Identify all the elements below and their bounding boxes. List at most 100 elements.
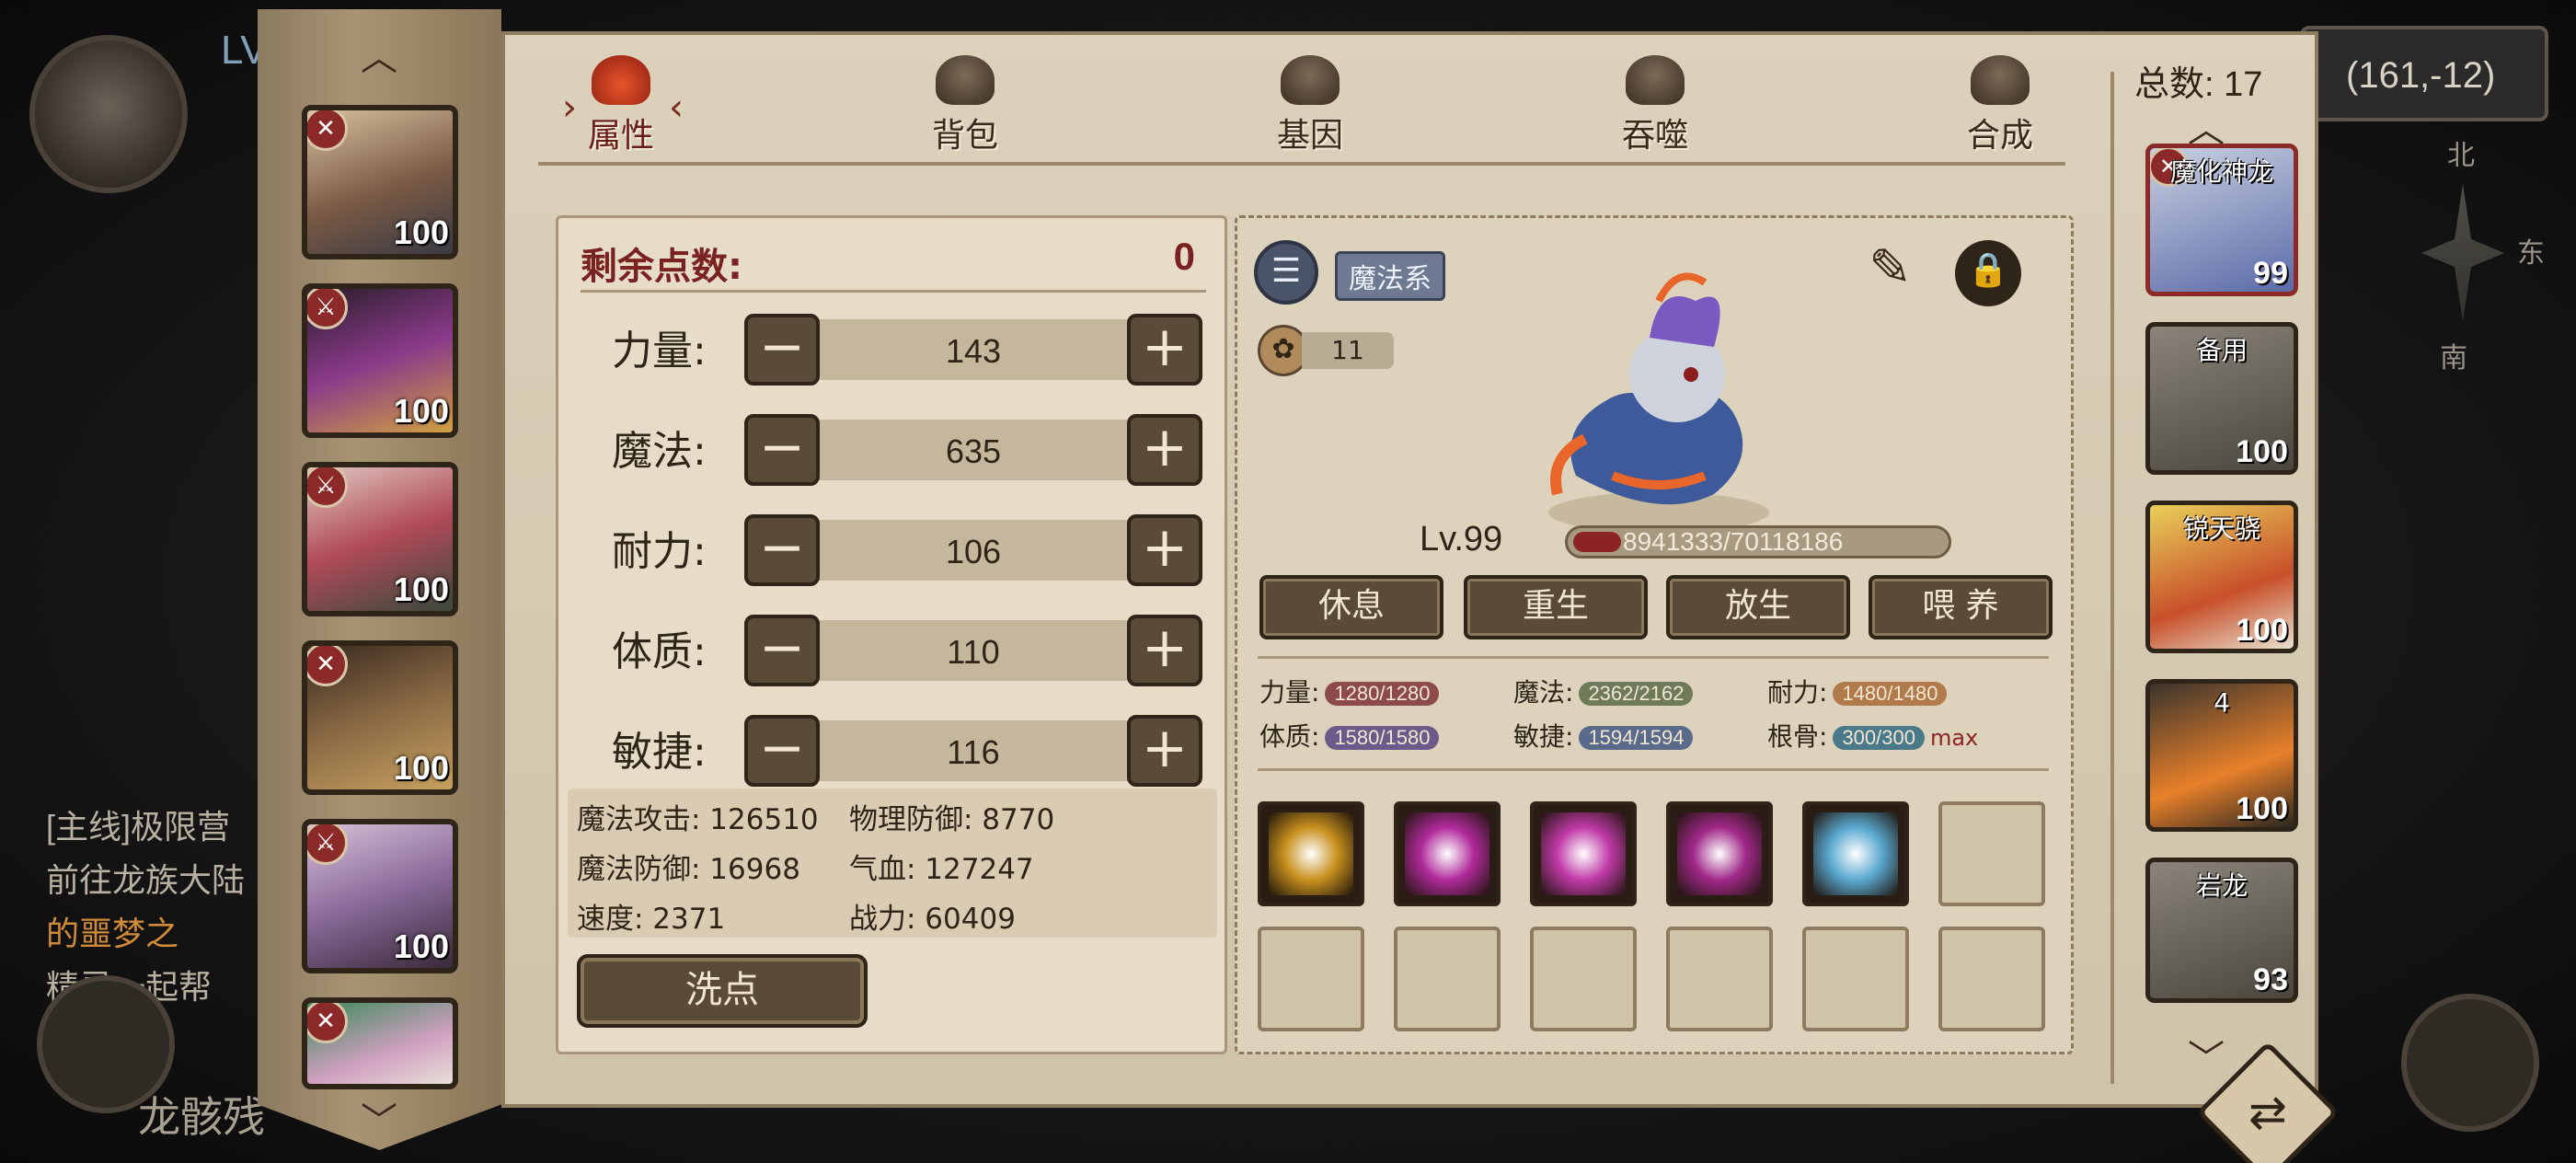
tab-label: 吞噬 xyxy=(1621,117,1688,155)
tab-fusion[interactable]: 合成 xyxy=(1936,55,2064,166)
stat-minus-button[interactable]: − xyxy=(744,615,820,686)
empty-skill-slot[interactable] xyxy=(1258,927,1364,1031)
stat-minus-button[interactable]: − xyxy=(744,514,820,586)
pet-card[interactable]: 4 100 xyxy=(2145,679,2298,832)
tab-bag[interactable]: 背包 xyxy=(901,55,1029,166)
derived-stats: 魔法攻击: 126510 物理防御: 8770 魔法防御: 16968 气血: … xyxy=(568,789,1217,938)
hero-card[interactable]: ✕ 100 xyxy=(302,105,458,259)
pet-hp-bar: 8941333/70118186 xyxy=(1565,525,1951,558)
tab-divider xyxy=(538,162,2065,166)
hero-list-down-icon[interactable]: ﹀ xyxy=(353,1103,405,1140)
hero-list-up-icon[interactable]: ︿ xyxy=(353,40,405,76)
stat-plus-button[interactable]: + xyxy=(1127,615,1202,686)
hero-level: 100 xyxy=(393,749,449,787)
pet-card-level: 93 xyxy=(2253,962,2288,997)
hero-tag-icon: ✕ xyxy=(307,1003,348,1043)
pet-stat-label: 耐力: xyxy=(1767,677,1828,708)
pet-stat-value: 1580/1580 xyxy=(1325,726,1440,750)
pet-stat-value: 1480/1480 xyxy=(1833,682,1948,706)
world-coordinates: (161,-12) xyxy=(2300,26,2548,121)
stat-plus-button[interactable]: + xyxy=(1127,514,1202,586)
pet-card-name: 锐天骁 xyxy=(2182,513,2260,544)
pet-list-down-icon[interactable]: ﹀ xyxy=(2188,1029,2225,1082)
stat-bar: − 110 + xyxy=(744,615,1202,686)
lock-icon[interactable]: 🔒 xyxy=(1955,240,2021,306)
compass-south: 南 xyxy=(2440,342,2467,374)
empty-skill-slot[interactable] xyxy=(1666,927,1773,1031)
pet-info-panel: ☰ 魔法系 ✿ 11 ✎ 🔒 Lv.99 8941333/70118186 休息… xyxy=(1235,215,2074,1054)
tab-label: 属性 xyxy=(587,117,654,155)
world-player-avatar[interactable] xyxy=(29,35,188,193)
pet-card[interactable]: ✕ 魔化神龙 99 xyxy=(2145,144,2298,296)
tab-gene[interactable]: 基因 xyxy=(1246,55,1374,166)
pet-stat: 魔法: 2362/2162 xyxy=(1513,673,1694,709)
pet-card[interactable]: 岩龙 93 xyxy=(2145,858,2298,1003)
hero-card[interactable]: ✕ xyxy=(302,997,458,1089)
remaining-points-value: 0 xyxy=(1173,235,1195,278)
stat-plus-button[interactable]: + xyxy=(1127,715,1202,787)
quest-line: 前往龙族大陆 xyxy=(46,861,246,899)
empty-skill-slot[interactable] xyxy=(1530,927,1637,1031)
stat-minus-button[interactable]: − xyxy=(744,715,820,787)
stat-row-agility: 敏捷: − 116 + xyxy=(558,711,1230,787)
tab-attributes[interactable]: 属性 xyxy=(557,55,685,166)
stat-bar: − 116 + xyxy=(744,715,1202,787)
stat-plus-button[interactable]: + xyxy=(1127,314,1202,386)
pet-detail-panel: › 属性 ‹ 背包 基因 吞噬 合成 剩余点数: 0 力量: − 143 + 魔… xyxy=(501,31,2318,1108)
tab-label: 基因 xyxy=(1276,117,1343,155)
pet-hp-fill xyxy=(1573,532,1622,552)
empty-skill-slot[interactable] xyxy=(1938,927,2045,1031)
stat-minus-button[interactable]: − xyxy=(744,414,820,486)
magenta-burst-icon xyxy=(1677,812,1762,895)
derived-stat: 物理防御: 8770 xyxy=(849,803,1055,836)
stat-value: 635 xyxy=(945,432,1002,470)
reset-points-button[interactable]: 洗点 xyxy=(577,954,868,1028)
world-location-label: 龙骸残 xyxy=(138,1092,265,1142)
list-icon[interactable]: ☰ xyxy=(1254,240,1318,305)
skill-slot[interactable] xyxy=(1530,801,1637,906)
pet-level: Lv.99 xyxy=(1420,520,1503,558)
stat-plus-button[interactable]: + xyxy=(1127,414,1202,486)
pet-card-name: 岩龙 xyxy=(2195,870,2248,901)
hero-level: 100 xyxy=(393,213,449,251)
skill-slot[interactable] xyxy=(1258,801,1364,906)
hero-list[interactable]: ︿ ✕ 100 ⚔ 100 ⚔ 100 ✕ 100 ⚔ 100 ✕ ﹀ xyxy=(258,9,501,1150)
empty-skill-slot[interactable] xyxy=(1802,927,1909,1031)
hero-card[interactable]: ⚔ 100 xyxy=(302,819,458,973)
stat-bar: − 635 + xyxy=(744,414,1202,486)
empty-skill-slot[interactable] xyxy=(1938,801,2045,906)
hero-card[interactable]: ✕ 100 xyxy=(302,640,458,795)
pet-stat: 根骨: 300/300 max xyxy=(1767,717,1978,754)
skill-slot[interactable] xyxy=(1802,801,1909,906)
feed-button[interactable]: 喂 养 xyxy=(1869,575,2053,639)
pet-stat-label: 敏捷: xyxy=(1513,721,1574,752)
pet-stat-label: 体质: xyxy=(1259,721,1320,752)
pet-card[interactable]: 备用 100 xyxy=(2145,322,2298,475)
hero-card[interactable]: ⚔ 100 xyxy=(302,283,458,438)
tab-devour[interactable]: 吞噬 xyxy=(1591,55,1719,166)
hero-card[interactable]: ⚔ 100 xyxy=(302,462,458,616)
rest-button[interactable]: 休息 xyxy=(1259,575,1443,639)
hero-level: 100 xyxy=(393,570,449,608)
pet-card[interactable]: 锐天骁 100 xyxy=(2145,501,2298,653)
pet-card-name: 备用 xyxy=(2195,335,2248,365)
world-house-button[interactable] xyxy=(2401,994,2539,1132)
stat-row-strength: 力量: − 143 + xyxy=(558,310,1230,386)
remaining-points-label: 剩余点数: xyxy=(581,246,742,288)
feather-icon[interactable]: ✎ xyxy=(1869,238,1924,303)
pet-stat: 体质: 1580/1580 xyxy=(1259,717,1440,754)
release-button[interactable]: 放生 xyxy=(1666,575,1850,639)
rebirth-button[interactable]: 重生 xyxy=(1464,575,1648,639)
paw-count: 11 xyxy=(1302,332,1394,369)
stat-minus-button[interactable]: − xyxy=(744,314,820,386)
stat-label: 耐力: xyxy=(612,528,707,575)
empty-skill-slot[interactable] xyxy=(1394,927,1501,1031)
pet-type-badge: 魔法系 xyxy=(1335,251,1445,301)
hero-tag-icon: ✕ xyxy=(307,646,348,686)
skill-slot[interactable] xyxy=(1394,801,1501,906)
tab-selector-right-icon: ‹ xyxy=(669,86,684,129)
stat-value: 110 xyxy=(947,633,1000,671)
skill-slot[interactable] xyxy=(1666,801,1773,906)
tab-bar: › 属性 ‹ 背包 基因 吞噬 合成 xyxy=(505,35,2078,164)
stat-value: 116 xyxy=(947,733,1000,771)
